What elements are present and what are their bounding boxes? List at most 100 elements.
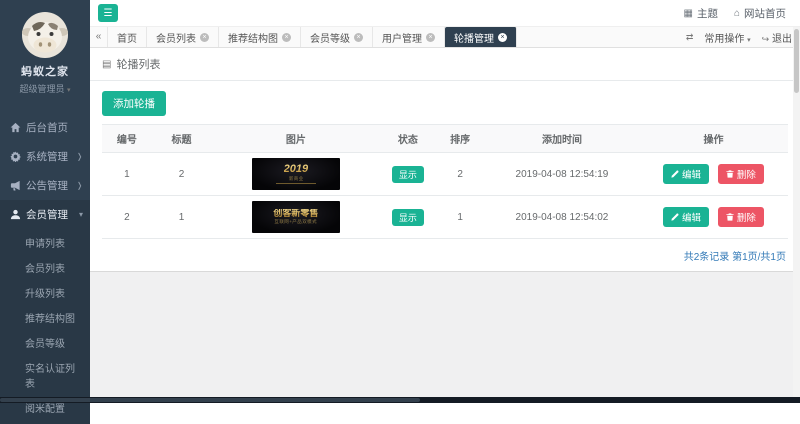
status-badge: 显示 [392,166,424,183]
cell-status: 显示 [381,153,436,196]
cell-sort: 1 [435,196,485,239]
cell-number: 1 [102,153,152,196]
tab-home[interactable]: 首页 [108,27,147,47]
sidebar-item-system[interactable]: 系统管理 ❭ [0,142,90,171]
table-row: 1 2 2019 新商业 显示 2 [102,153,788,196]
sidebar-toggle-button[interactable]: ☰ [98,4,118,22]
cell-operation: 编辑 删除 [639,196,788,239]
header-operation: 操作 [639,125,788,153]
site-home-link[interactable]: ⌂网站首页 [734,6,786,21]
trash-icon [726,213,734,221]
pencil-icon [671,213,679,221]
edit-button[interactable]: 编辑 [663,207,709,227]
delete-button[interactable]: 删除 [718,164,764,184]
sidebar-item-member-list[interactable]: 会员列表 [0,255,90,280]
theme-grid-icon: ▦ [684,8,693,19]
close-tab-icon[interactable]: × [282,33,291,42]
sidebar-item-realname-list[interactable]: 实名认证列表 [0,355,90,395]
tab-scroll-left-button[interactable]: « [90,27,108,47]
user-role[interactable]: 超级管理员 ▾ [4,82,86,95]
tab-bar: « 首页 会员列表× 推荐结构图× 会员等级× 用户管理× 轮播管理× ⇄ 常用… [90,26,800,48]
header-sort: 排序 [435,125,485,153]
chevron-right-icon: ❭ [76,152,83,161]
header-status: 状态 [381,125,436,153]
sidebar: 蚂蚁之家 超级管理员 ▾ 后台首页 系统管理 ❭ 公告管理 ❭ 会员管理 ▾ [0,0,90,403]
banner-image: 创客新零售 互联网+产品双模式 [252,201,340,233]
sidebar-item-referral-tree[interactable]: 推荐结构图 [0,305,90,330]
chevron-down-icon: ▾ [79,210,83,219]
home-icon: ⌂ [734,8,740,19]
caret-down-icon: ▾ [747,37,751,44]
tab-member-list[interactable]: 会员列表× [147,27,219,47]
tabbar-right: ⇄ 常用操作 ▾ ↪ 退出 [678,27,800,47]
cell-title: 1 [152,196,212,239]
cell-image: 2019 新商业 [211,153,380,196]
vertical-scrollbar[interactable] [793,27,800,397]
tab-referral-tree[interactable]: 推荐结构图× [219,27,301,47]
cell-sort: 2 [435,153,485,196]
cell-image: 创客新零售 互联网+产品双模式 [211,196,380,239]
topbar-right: ▦主题 ⌂网站首页 [684,6,793,21]
hamburger-icon: ☰ [104,8,113,19]
common-ops-dropdown[interactable]: 常用操作 ▾ [704,30,750,45]
horizontal-scrollbar-thumb[interactable] [0,398,420,402]
content-area: ▤ 轮播列表 添加轮播 编号 标题 图片 状态 排序 [90,48,800,403]
close-tab-icon[interactable]: × [354,33,363,42]
cell-number: 2 [102,196,152,239]
double-chevron-left-icon: « [96,31,102,42]
cell-operation: 编辑 删除 [639,153,788,196]
caret-down-icon: ▾ [67,87,71,94]
logout-link[interactable]: ↪ 退出 [762,30,792,45]
cell-title: 2 [152,153,212,196]
close-tab-icon[interactable]: × [200,33,209,42]
main-column: ☰ ▦主题 ⌂网站首页 « 首页 会员列表× 推荐结构图× 会员等级× 用户管理… [90,0,800,403]
carousel-table-wrap: 编号 标题 图片 状态 排序 添加时间 操作 1 [102,124,788,239]
cell-time: 2019-04-08 12:54:02 [485,196,639,239]
sidebar-item-notice[interactable]: 公告管理 ❭ [0,171,90,200]
vertical-scrollbar-thumb[interactable] [794,29,799,93]
gear-icon [10,151,21,162]
horizontal-scrollbar[interactable] [0,397,800,403]
theme-link[interactable]: ▦主题 [684,6,718,21]
header-time: 添加时间 [485,125,639,153]
home-icon [10,122,21,133]
table-row: 2 1 创客新零售 互联网+产品双模式 显示 1 [102,196,788,239]
brand-name: 蚂蚁之家 [4,63,86,79]
tab-carousel-mgmt[interactable]: 轮播管理× [445,27,517,47]
bullhorn-icon [10,180,21,191]
carousel-table: 编号 标题 图片 状态 排序 添加时间 操作 1 [102,124,788,239]
sidebar-item-apply-list[interactable]: 申请列表 [0,230,90,255]
close-tab-icon[interactable]: × [426,33,435,42]
top-navbar: ☰ ▦主题 ⌂网站首页 [90,0,800,26]
pencil-icon [671,170,679,178]
tab-member-level[interactable]: 会员等级× [301,27,373,47]
banner-image: 2019 新商业 [252,158,340,190]
app-window: 蚂蚁之家 超级管理员 ▾ 后台首页 系统管理 ❭ 公告管理 ❭ 会员管理 ▾ [0,0,800,403]
carousel-panel: ▤ 轮播列表 添加轮播 编号 标题 图片 状态 排序 [90,48,800,272]
delete-button[interactable]: 删除 [718,207,764,227]
user-icon [10,209,21,220]
sidebar-item-member-level[interactable]: 会员等级 [0,330,90,355]
pagination-info[interactable]: 共2条记录 第1页/共1页 [90,239,800,267]
header-image: 图片 [211,125,380,153]
sidebar-item-upgrade-list[interactable]: 升级列表 [0,280,90,305]
tab-user-mgmt[interactable]: 用户管理× [373,27,445,47]
header-title: 标题 [152,125,212,153]
cell-time: 2019-04-08 12:54:19 [485,153,639,196]
sidebar-menu: 后台首页 系统管理 ❭ 公告管理 ❭ 会员管理 ▾ 申请列表 会员列表 升级列表 [0,113,90,424]
cow-avatar [22,12,68,58]
status-badge: 显示 [392,209,424,226]
edit-button[interactable]: 编辑 [663,164,709,184]
sidebar-item-members[interactable]: 会员管理 ▾ [0,200,90,229]
chevron-right-icon: ❭ [76,181,83,190]
user-panel: 蚂蚁之家 超级管理员 ▾ [0,0,90,103]
table-header-row: 编号 标题 图片 状态 排序 添加时间 操作 [102,125,788,153]
add-carousel-button[interactable]: 添加轮播 [102,91,166,116]
tab-scroll-right-icon[interactable]: ⇄ [686,32,694,43]
cell-status: 显示 [381,196,436,239]
trash-icon [726,170,734,178]
list-icon: ▤ [102,59,111,70]
panel-title: 轮播列表 [116,56,160,72]
close-tab-icon[interactable]: × [498,33,507,42]
sidebar-item-dashboard[interactable]: 后台首页 [0,113,90,142]
